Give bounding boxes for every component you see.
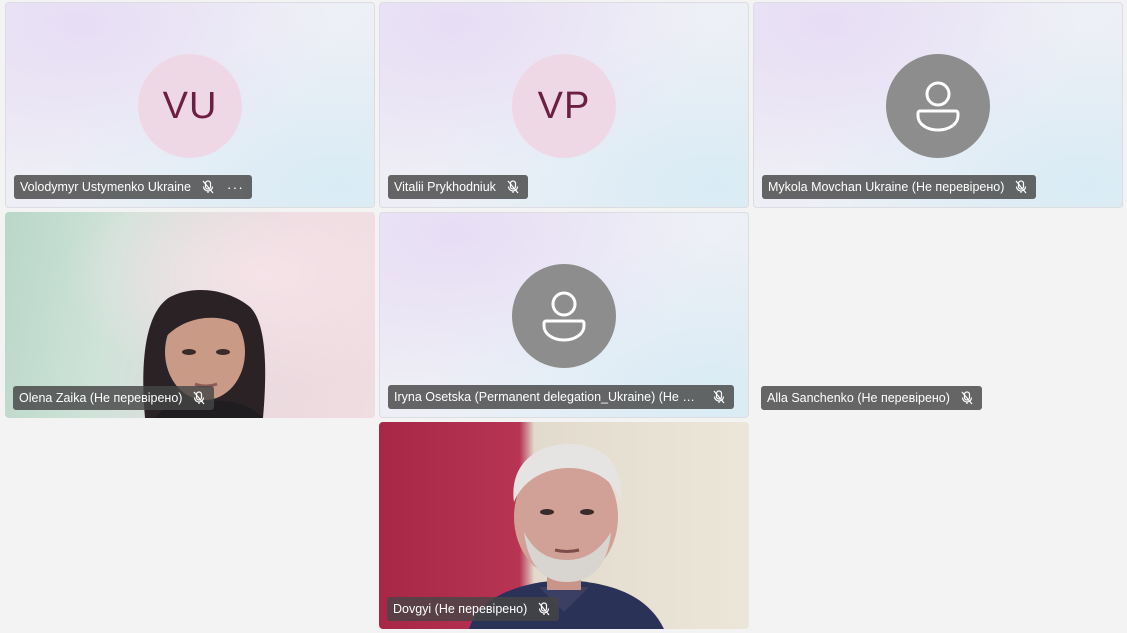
generic-person-icon bbox=[512, 264, 616, 368]
participant-tile-vitalii[interactable]: VP Vitalii Prykhodniuk bbox=[379, 2, 749, 208]
participant-name: Volodymyr Ustymenko Ukraine bbox=[20, 180, 191, 194]
generic-person-icon bbox=[886, 54, 990, 158]
mic-off-icon bbox=[712, 389, 726, 405]
participant-tile-olena[interactable]: Olena Zaika (Не перевірено) bbox=[5, 212, 375, 418]
mic-off-icon bbox=[960, 390, 974, 406]
mic-off-icon bbox=[537, 601, 551, 617]
avatar-initials-text: VP bbox=[537, 84, 591, 127]
participant-nameplate: Vitalii Prykhodniuk bbox=[388, 175, 528, 199]
participant-name: Mykola Movchan Ukraine (Не перевірено) bbox=[768, 180, 1005, 194]
mic-off-icon bbox=[1014, 179, 1028, 195]
participant-tile-iryna[interactable]: Iryna Osetska (Permanent delegation_Ukra… bbox=[379, 212, 749, 418]
participant-tile-mykola[interactable]: Mykola Movchan Ukraine (Не перевірено) bbox=[753, 2, 1123, 208]
participant-nameplate: Mykola Movchan Ukraine (Не перевірено) bbox=[762, 175, 1037, 199]
participant-tile-dovgyi[interactable]: Dovgyi (Не перевірено) bbox=[379, 422, 749, 629]
participant-name: Alla Sanchenko (Не перевірено) bbox=[767, 391, 950, 405]
participant-nameplate: Dovgyi (Не перевірено) bbox=[387, 597, 560, 621]
participant-tile-volodymyr[interactable]: VU Volodymyr Ustymenko Ukraine ··· bbox=[5, 2, 375, 208]
participant-name: Olena Zaika (Не перевірено) bbox=[19, 391, 183, 405]
avatar-initials-text: VU bbox=[162, 84, 218, 127]
avatar-initials: VU bbox=[138, 54, 242, 158]
mic-off-icon bbox=[201, 179, 215, 195]
participant-tile-alla[interactable]: Alla Sanchenko (Не перевірено) bbox=[753, 212, 1123, 418]
mic-off-icon bbox=[192, 390, 206, 406]
avatar-initials: VP bbox=[512, 54, 616, 158]
participant-name: Iryna Osetska (Permanent delegation_Ukra… bbox=[394, 390, 698, 404]
more-options-icon[interactable]: ··· bbox=[227, 180, 244, 194]
participant-name: Dovgyi (Не перевірено) bbox=[393, 602, 528, 616]
participant-nameplate: Olena Zaika (Не перевірено) bbox=[13, 386, 215, 410]
mic-off-icon bbox=[506, 179, 520, 195]
participant-name: Vitalii Prykhodniuk bbox=[394, 180, 496, 194]
participant-nameplate: Iryna Osetska (Permanent delegation_Ukra… bbox=[388, 385, 734, 409]
participant-nameplate: Alla Sanchenko (Не перевірено) bbox=[761, 386, 982, 410]
participant-nameplate: Volodymyr Ustymenko Ukraine ··· bbox=[14, 175, 252, 199]
